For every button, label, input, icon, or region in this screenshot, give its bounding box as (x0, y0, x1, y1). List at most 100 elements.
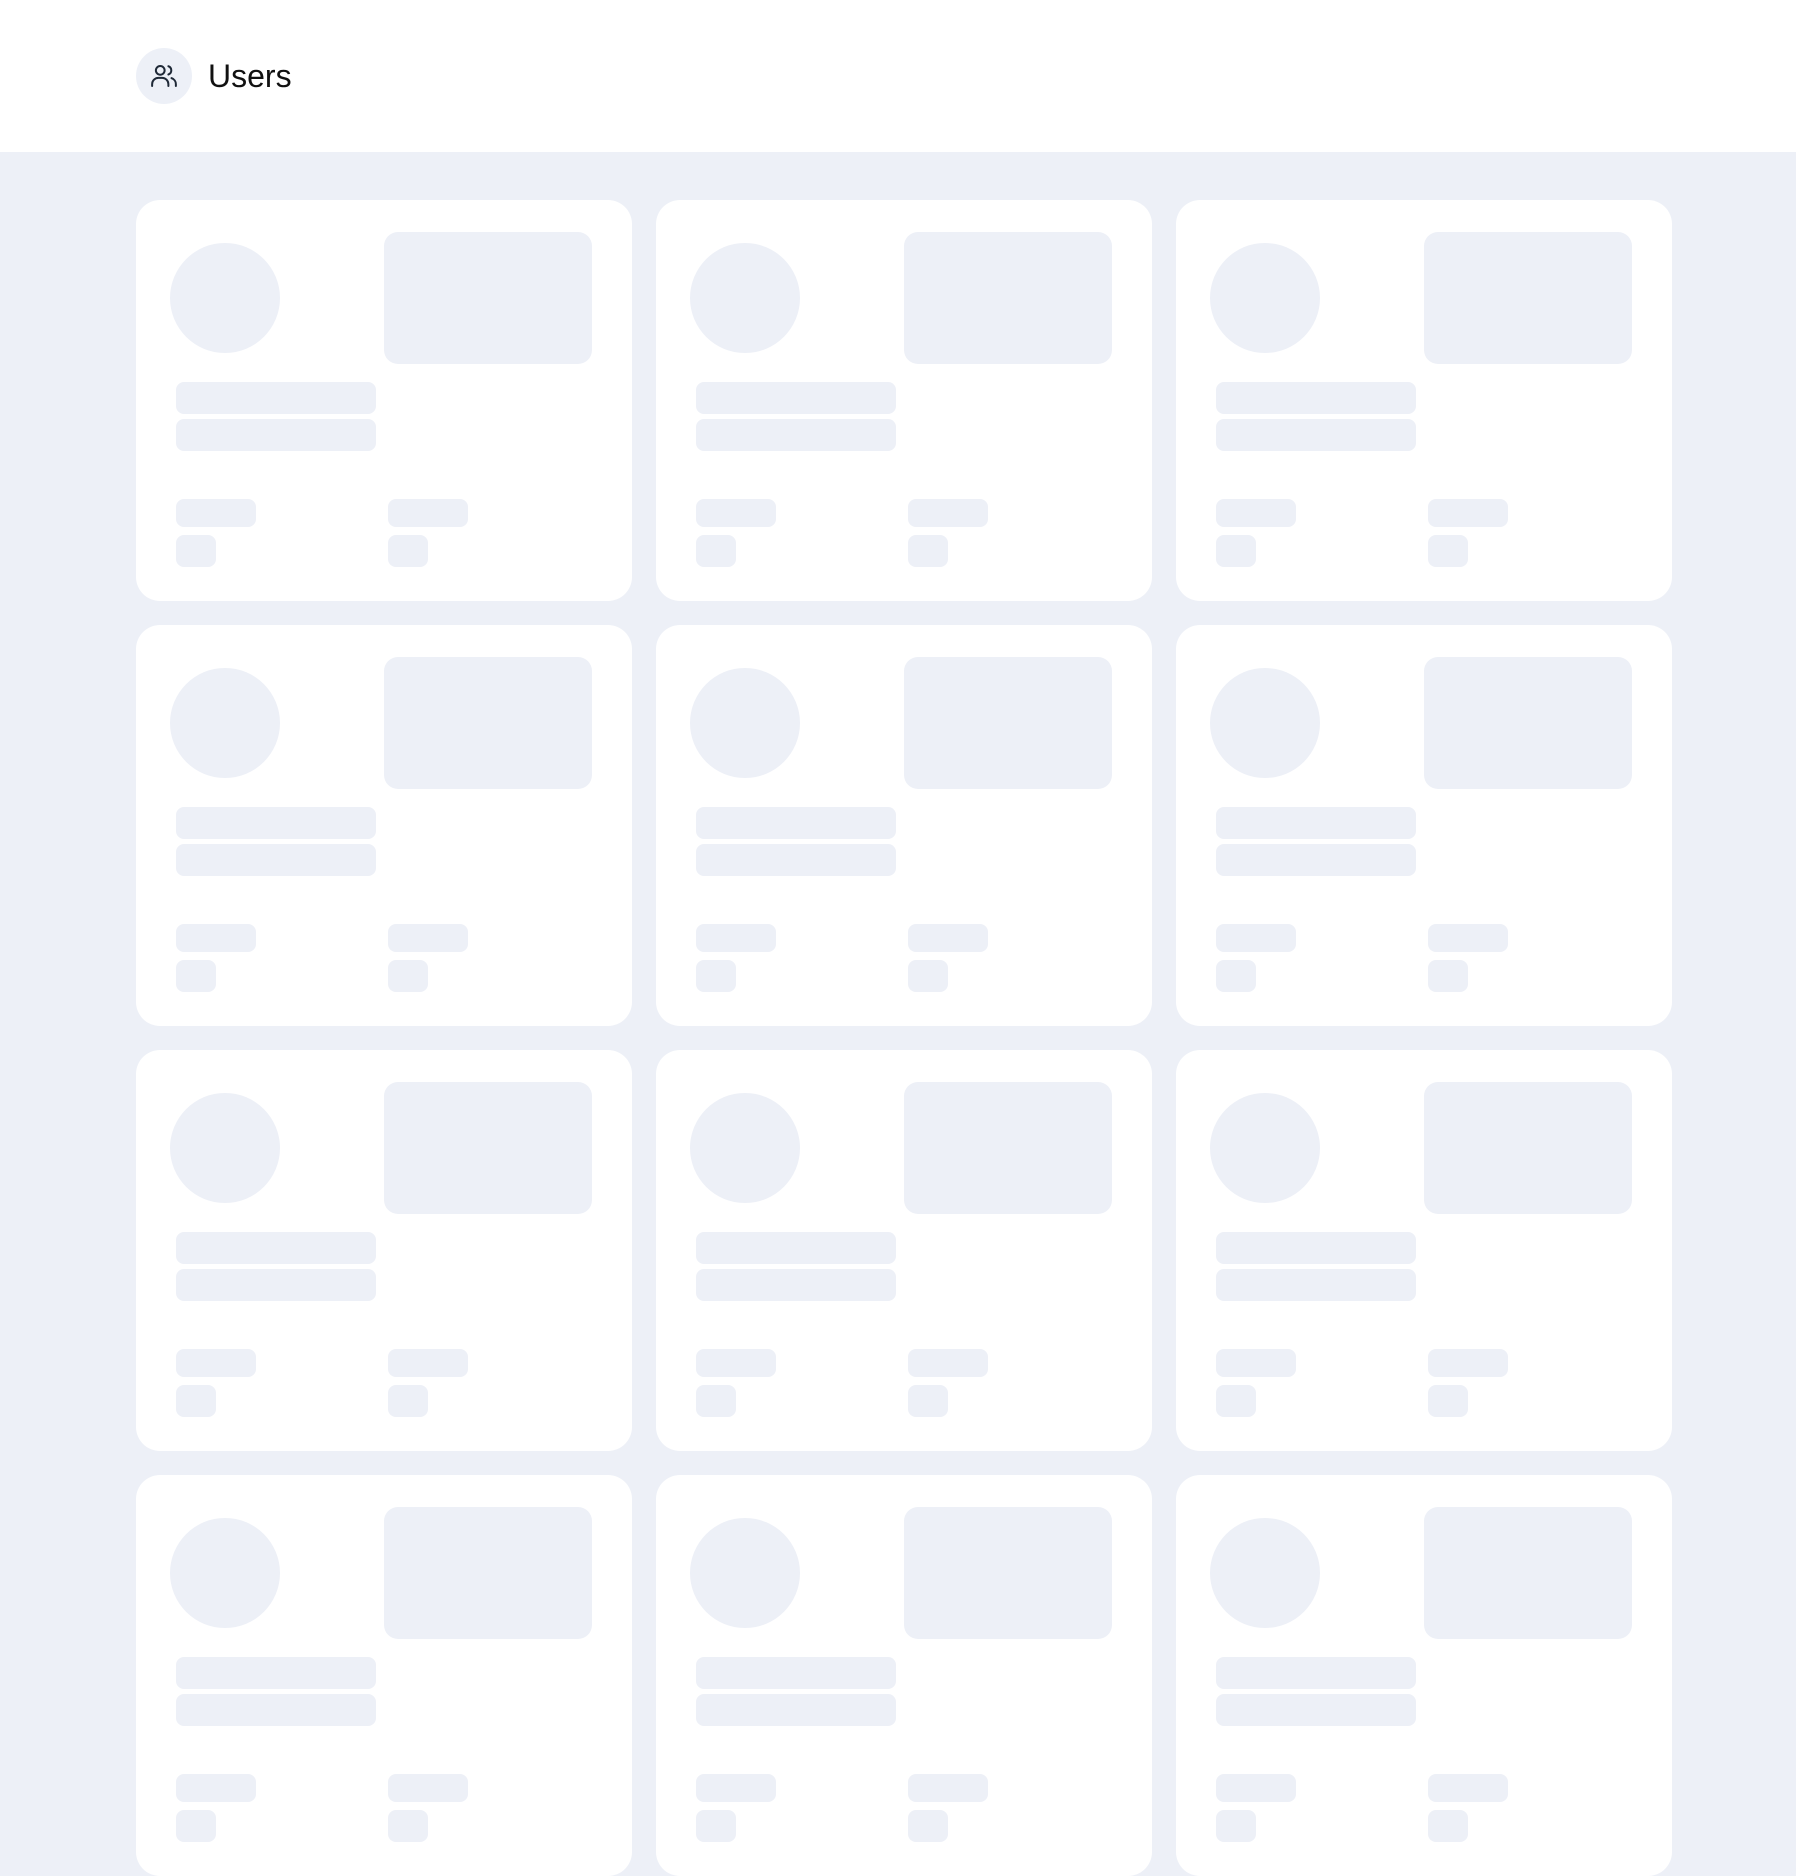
skeleton-stat2-value (908, 1810, 948, 1842)
skeleton-stat2-label (908, 499, 988, 527)
skeleton-stat1-label (696, 499, 776, 527)
skeleton-media (904, 232, 1112, 364)
skeleton-avatar (690, 668, 800, 778)
skeleton-stat2-label (1428, 924, 1508, 952)
skeleton-stat2-value (1428, 960, 1468, 992)
skeleton-stat1-value (696, 535, 736, 567)
skeleton-line1 (176, 1232, 376, 1264)
skeleton-avatar (1210, 1518, 1320, 1628)
skeleton-stat1-label (1216, 499, 1296, 527)
skeleton-line1 (176, 382, 376, 414)
skeleton-avatar (170, 1093, 280, 1203)
user-card-skeleton (1176, 625, 1672, 1026)
skeleton-line1 (1216, 1232, 1416, 1264)
skeleton-stat1-label (1216, 1774, 1296, 1802)
user-card-skeleton (136, 200, 632, 601)
user-card-skeleton (656, 1050, 1152, 1451)
page-title: Users (208, 58, 292, 94)
user-card-skeleton (656, 200, 1152, 601)
skeleton-line1 (176, 807, 376, 839)
skeleton-line2 (1216, 1269, 1416, 1301)
user-card-skeleton (1176, 200, 1672, 601)
user-card-skeleton (1176, 1050, 1672, 1451)
skeleton-stat2-value (908, 535, 948, 567)
users-grid (136, 200, 1672, 1876)
skeleton-line2 (176, 844, 376, 876)
skeleton-media (904, 1507, 1112, 1639)
skeleton-line2 (176, 1694, 376, 1726)
skeleton-stat1-value (1216, 535, 1256, 567)
skeleton-stat1-label (1216, 924, 1296, 952)
skeleton-line2 (696, 1694, 896, 1726)
skeleton-stat1-value (696, 1810, 736, 1842)
skeleton-media (1424, 1082, 1632, 1214)
skeleton-stat2-label (908, 924, 988, 952)
skeleton-line2 (176, 419, 376, 451)
skeleton-media (384, 232, 592, 364)
skeleton-stat1-label (176, 924, 256, 952)
skeleton-stat1-value (696, 960, 736, 992)
skeleton-stat2-value (388, 960, 428, 992)
skeleton-avatar (1210, 668, 1320, 778)
skeleton-line1 (1216, 382, 1416, 414)
skeleton-avatar (170, 1518, 280, 1628)
skeleton-line2 (696, 1269, 896, 1301)
skeleton-stat2-value (388, 535, 428, 567)
skeleton-line1 (696, 1657, 896, 1689)
skeleton-stat1-value (1216, 1810, 1256, 1842)
skeleton-stat2-value (1428, 535, 1468, 567)
skeleton-media (904, 1082, 1112, 1214)
skeleton-stat1-label (176, 1349, 256, 1377)
top-bar: Users (0, 0, 1796, 152)
skeleton-media (904, 657, 1112, 789)
skeleton-line2 (176, 1269, 376, 1301)
users-icon (136, 48, 192, 104)
skeleton-stat2-value (908, 960, 948, 992)
skeleton-line1 (696, 807, 896, 839)
skeleton-avatar (690, 1093, 800, 1203)
skeleton-stat2-label (388, 1774, 468, 1802)
skeleton-line1 (696, 1232, 896, 1264)
skeleton-stat1-value (1216, 1385, 1256, 1417)
user-card-skeleton (656, 1475, 1152, 1876)
skeleton-stat2-value (908, 1385, 948, 1417)
skeleton-line2 (696, 844, 896, 876)
skeleton-line2 (1216, 1694, 1416, 1726)
skeleton-media (1424, 1507, 1632, 1639)
skeleton-stat1-label (176, 1774, 256, 1802)
user-card-skeleton (1176, 1475, 1672, 1876)
user-card-skeleton (136, 1475, 632, 1876)
skeleton-avatar (170, 243, 280, 353)
skeleton-avatar (1210, 243, 1320, 353)
skeleton-line1 (1216, 1657, 1416, 1689)
skeleton-media (384, 1507, 592, 1639)
skeleton-stat2-label (388, 499, 468, 527)
user-card-skeleton (656, 625, 1152, 1026)
skeleton-stat1-value (176, 960, 216, 992)
skeleton-stat2-label (908, 1349, 988, 1377)
skeleton-stat2-value (1428, 1810, 1468, 1842)
skeleton-stat1-label (176, 499, 256, 527)
skeleton-stat2-label (388, 924, 468, 952)
skeleton-stat1-value (1216, 960, 1256, 992)
skeleton-stat2-label (1428, 1774, 1508, 1802)
skeleton-media (1424, 232, 1632, 364)
skeleton-stat1-value (176, 1385, 216, 1417)
skeleton-avatar (170, 668, 280, 778)
skeleton-line2 (1216, 419, 1416, 451)
skeleton-stat2-label (1428, 1349, 1508, 1377)
skeleton-stat1-value (176, 1810, 216, 1842)
skeleton-stat2-value (1428, 1385, 1468, 1417)
skeleton-line1 (1216, 807, 1416, 839)
user-card-skeleton (136, 625, 632, 1026)
skeleton-stat1-label (696, 1774, 776, 1802)
skeleton-stat1-label (1216, 1349, 1296, 1377)
skeleton-stat1-value (176, 535, 216, 567)
skeleton-line2 (696, 419, 896, 451)
skeleton-stat2-label (908, 1774, 988, 1802)
skeleton-stat2-label (388, 1349, 468, 1377)
skeleton-line1 (696, 382, 896, 414)
skeleton-avatar (690, 243, 800, 353)
skeleton-stat1-label (696, 924, 776, 952)
skeleton-stat1-value (696, 1385, 736, 1417)
